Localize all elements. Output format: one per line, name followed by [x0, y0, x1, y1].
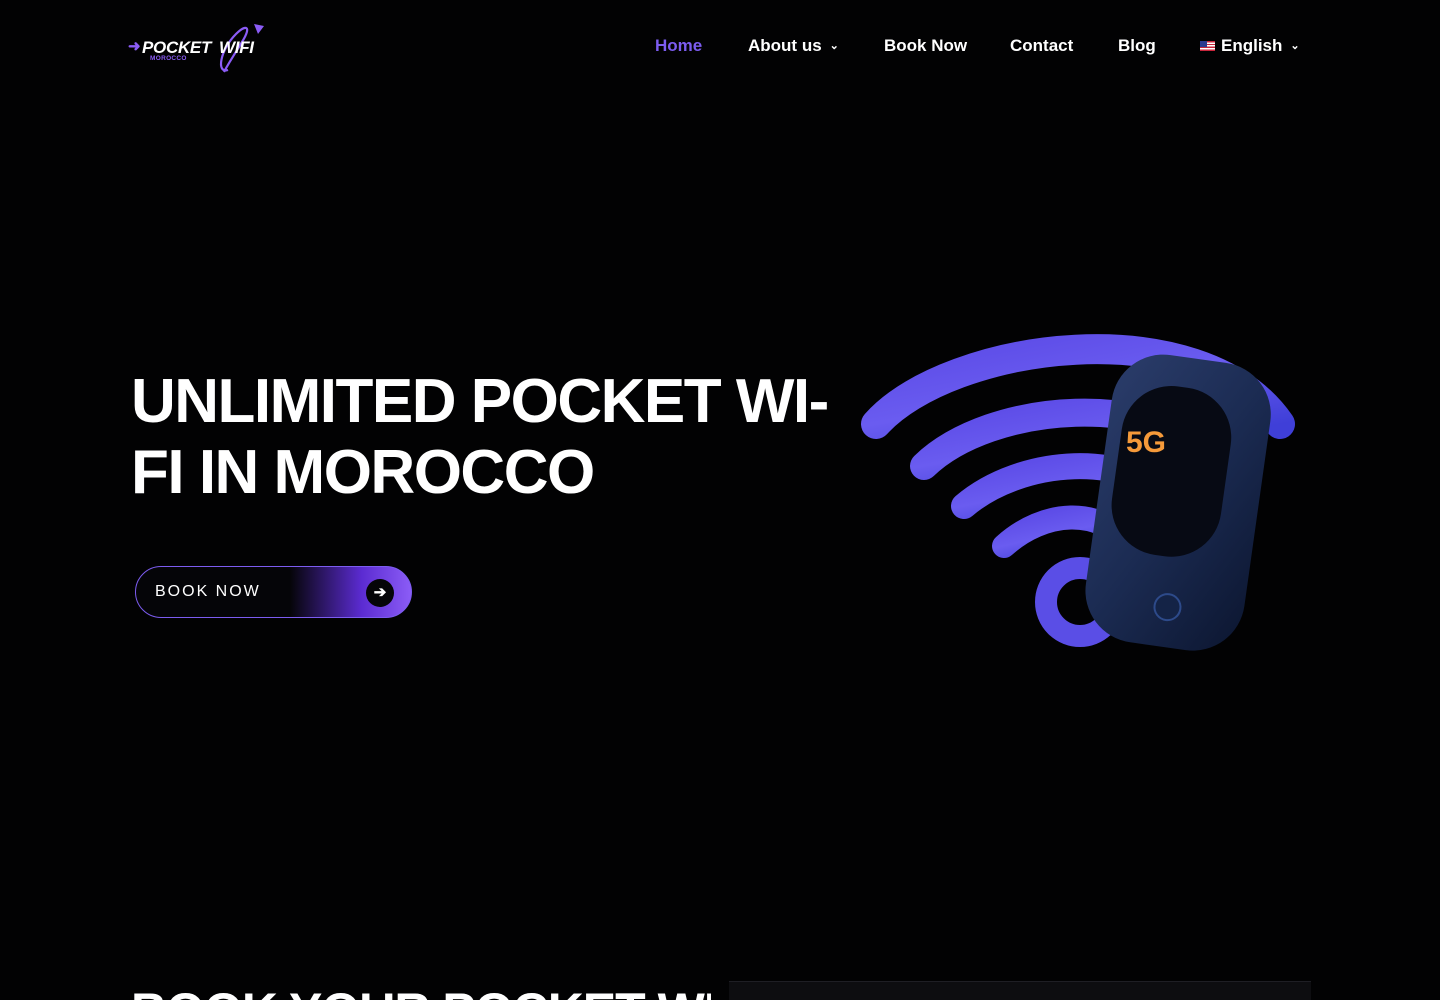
hero-title-line-2: FI IN MOROCCO — [131, 438, 595, 507]
us-flag-icon — [1200, 41, 1215, 51]
book-now-button-label: BOOK NOW — [155, 583, 261, 600]
language-label: English — [1221, 36, 1283, 55]
hero-wifi-device-illustration: 5G — [860, 318, 1300, 663]
site-header: ➜ POCKET WIFI MOROCCO Home About us ⌄ Book… — [0, 0, 1440, 92]
nav-about-label: About us — [748, 36, 822, 55]
nav-blog[interactable]: Blog — [1118, 36, 1156, 56]
device-badge: 5G — [1126, 426, 1166, 459]
hero-title-line-1: UNLIMITED POCKET WI- — [131, 367, 829, 436]
logo-word-wifi: WIFI — [219, 38, 254, 57]
section-2-title-text: BOOK YOUR POCKET WI — [131, 982, 711, 1000]
page: ➜ POCKET WIFI MOROCCO Home About us ⌄ Book… — [0, 0, 1440, 1000]
wifi-signal-icon: 5G — [861, 334, 1295, 651]
nav-home[interactable]: Home — [655, 36, 702, 56]
nav-contact[interactable]: Contact — [1010, 36, 1073, 56]
nav-about-us[interactable]: About us ⌄ — [748, 36, 839, 56]
book-now-button[interactable]: BOOK NOW ➔ — [135, 566, 412, 618]
booking-panel — [729, 981, 1311, 1000]
logo-arrow-icon: ➜ — [128, 38, 141, 55]
chevron-down-icon: ⌄ — [829, 40, 839, 52]
chevron-down-icon: ⌄ — [1290, 40, 1300, 52]
logo-subtitle: MOROCCO — [150, 55, 187, 62]
arrow-right-icon: ➔ — [366, 579, 394, 607]
section-2-title: BOOK YOUR POCKET WI — [131, 982, 711, 1000]
hero-title: UNLIMITED POCKET WI- FI IN MOROCCO — [131, 366, 831, 508]
logo[interactable]: ➜ POCKET WIFI MOROCCO — [128, 20, 284, 76]
language-selector[interactable]: English ⌄ — [1200, 36, 1300, 56]
nav-book-now[interactable]: Book Now — [884, 36, 967, 56]
